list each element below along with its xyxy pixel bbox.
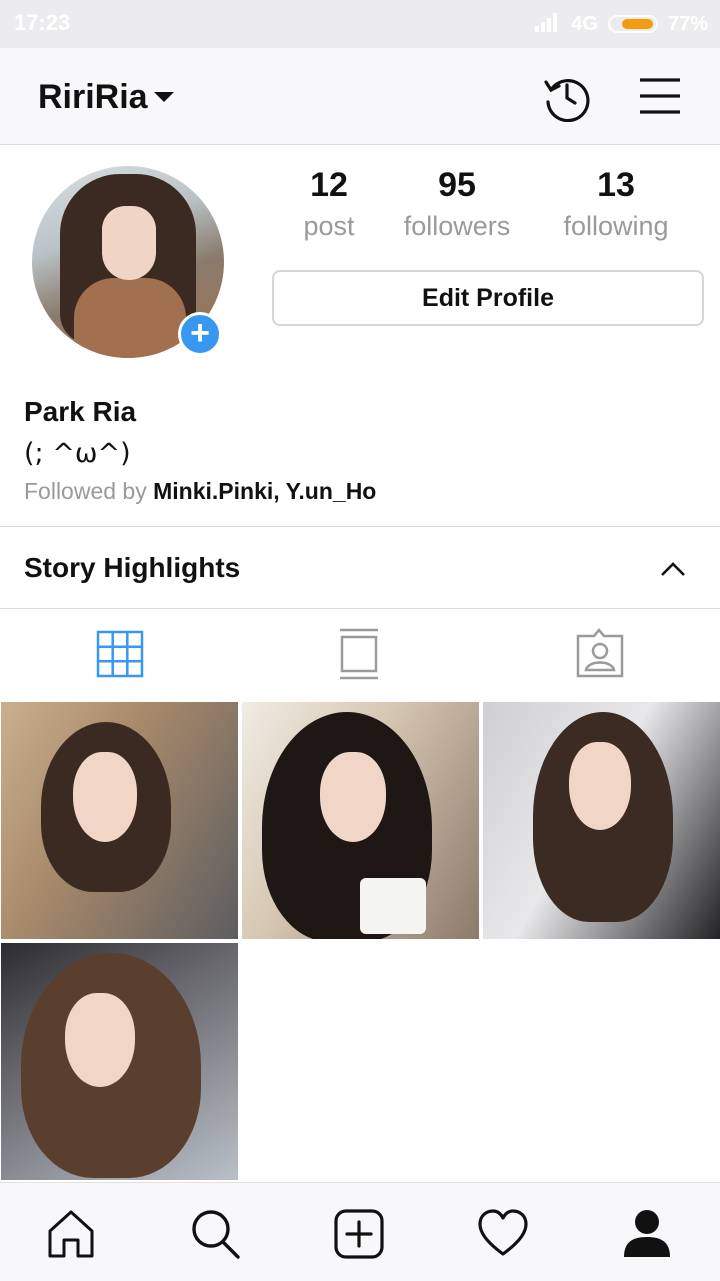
status-bar: 17:23 4G 77% [0, 0, 720, 48]
battery-percent: 77% [667, 12, 708, 35]
followed-by-names[interactable]: Minki.Pinki, Y.un_Ho [153, 478, 376, 504]
battery-icon [607, 15, 658, 33]
network-type: 4G [571, 12, 598, 35]
story-highlights-title[interactable]: Story Highlights [24, 552, 240, 584]
profile-icon [624, 1210, 670, 1257]
post-thumbnail[interactable] [1, 702, 238, 939]
post-thumbnail[interactable] [483, 702, 720, 939]
followed-by[interactable]: Followed by Minki.Pinki, Y.un_Ho [24, 478, 376, 505]
tab-grid[interactable] [94, 626, 150, 682]
search-icon [192, 1210, 240, 1259]
status-indicators: 4G 77% [533, 10, 708, 38]
edit-profile-button[interactable]: Edit Profile [272, 270, 704, 326]
chevron-down-icon[interactable] [154, 92, 174, 102]
followers-count: 95 [438, 166, 476, 204]
nav-activity[interactable] [476, 1207, 530, 1261]
followed-by-prefix: Followed by [24, 478, 154, 504]
following-label: following [563, 211, 669, 241]
heart-icon [478, 1209, 528, 1256]
account-switcher[interactable]: RiriRia [38, 78, 148, 117]
grid-icon [96, 630, 144, 678]
nav-home[interactable] [44, 1207, 98, 1261]
nav-add-post[interactable] [332, 1207, 386, 1261]
followers-label: followers [403, 211, 511, 241]
divider [0, 526, 720, 527]
post-thumbnail[interactable] [1, 943, 238, 1180]
add-icon [334, 1209, 384, 1259]
menu-icon[interactable] [638, 76, 682, 116]
feed-icon [340, 628, 378, 680]
nav-search[interactable] [188, 1207, 242, 1261]
stat-following[interactable]: 13 following [536, 166, 696, 242]
tab-tagged[interactable] [572, 626, 628, 682]
chevron-up-icon[interactable] [660, 560, 686, 578]
divider [0, 608, 720, 609]
add-story-icon[interactable]: + [178, 312, 222, 356]
bottom-navigation [0, 1182, 720, 1281]
tab-feed[interactable] [332, 626, 388, 682]
stat-followers[interactable]: 95 followers [377, 166, 537, 242]
full-name: Park Ria [24, 396, 137, 427]
signal-icon [533, 10, 561, 38]
following-count: 13 [597, 166, 635, 204]
bio: (; ^ω^) [24, 438, 131, 469]
home-icon [48, 1210, 94, 1258]
status-time: 17:23 [14, 10, 71, 35]
nav-profile[interactable] [620, 1207, 674, 1261]
tagged-icon [576, 628, 624, 678]
history-icon[interactable] [542, 72, 592, 123]
post-thumbnail[interactable] [242, 702, 479, 939]
profile-header: RiriRia [0, 48, 720, 145]
